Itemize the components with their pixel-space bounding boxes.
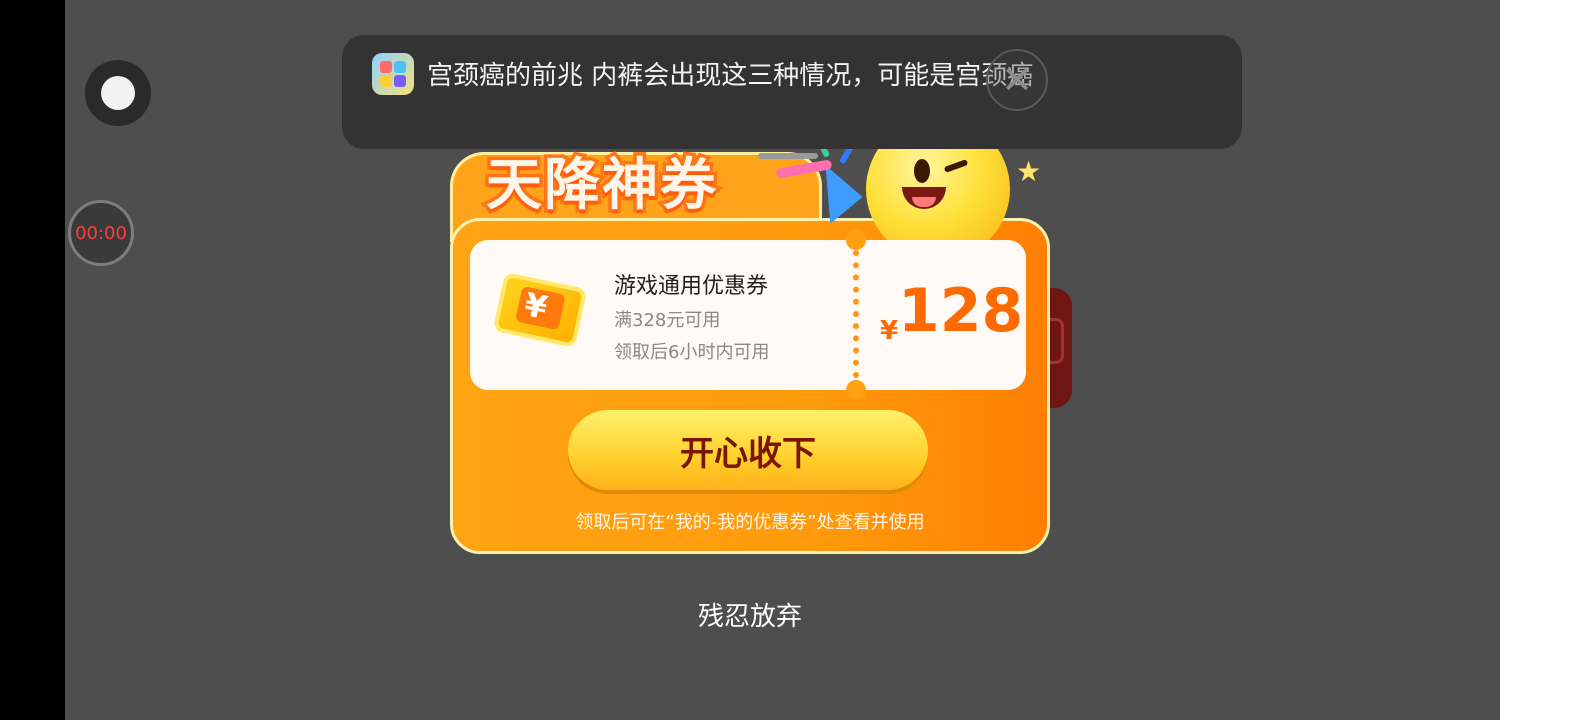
left-black-bar — [0, 0, 65, 720]
floating-assistive-button[interactable] — [85, 60, 151, 126]
coupon-name: 游戏通用优惠券 — [614, 274, 769, 299]
close-icon[interactable]: ✕ — [986, 49, 1048, 111]
coupon-condition: 满328元可用 — [614, 310, 721, 331]
notification-text: 宫颈癌的前兆 内裤会出现这三种情况，可能是宫颈癌 — [427, 61, 1034, 91]
notification-banner[interactable]: 宫颈癌的前兆 内裤会出现这三种情况，可能是宫颈癌 — [342, 35, 1242, 159]
reject-coupon-link[interactable]: 残忍放弃 — [640, 596, 860, 633]
accept-coupon-button[interactable]: 开心收下 — [568, 410, 928, 490]
coupon-amount: 128 — [898, 276, 1024, 346]
notification-drag-handle[interactable] — [758, 153, 818, 159]
coupon-validity: 领取后6小时内可用 — [614, 342, 770, 363]
ticket-notch — [846, 230, 866, 250]
recording-timer[interactable]: 00:00 — [68, 200, 134, 266]
coupon-popup-title: 天降神券 — [483, 150, 720, 222]
app-icon — [372, 53, 414, 95]
ticket-notch — [846, 380, 866, 400]
ticket-icon-yen: ¥ — [521, 285, 551, 327]
coupon-ticket: ¥ 游戏通用优惠券 满328元可用 领取后6小时内可用 ¥ 128 — [470, 230, 1026, 400]
coupon-currency: ¥ — [880, 316, 899, 346]
emoji-wink — [943, 159, 969, 173]
star-icon: ★ — [1016, 155, 1042, 188]
floating-button-dot-icon — [101, 76, 135, 110]
right-white-bar — [1500, 0, 1584, 720]
ticket-divider — [853, 250, 859, 378]
timer-text: 00:00 — [75, 222, 127, 244]
emoji-mouth — [902, 187, 946, 209]
coupon-ticket-icon: ¥ — [492, 271, 588, 349]
coupon-hint: 领取后可在“我的-我的优惠券”处查看并使用 — [575, 512, 925, 533]
emoji-eye — [914, 159, 930, 183]
